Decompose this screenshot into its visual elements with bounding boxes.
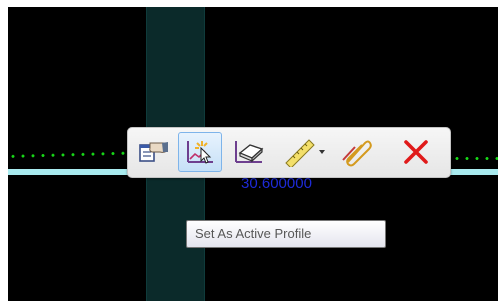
screenshot-stage: 30.600000 Set As Active Profile	[0, 0, 501, 301]
eraser-button[interactable]	[227, 132, 271, 172]
set-active-profile-icon	[187, 141, 213, 164]
attach-button[interactable]	[334, 132, 378, 172]
eraser-icon	[235, 141, 264, 163]
chevron-down-icon[interactable]	[317, 147, 327, 157]
paperclip-icon	[342, 140, 372, 167]
delete-button[interactable]	[394, 132, 438, 172]
ruler-measure-icon	[285, 139, 315, 167]
dotted-line-left	[8, 151, 128, 158]
properties-button[interactable]	[131, 132, 175, 172]
context-toolbar	[127, 127, 451, 178]
measure-button[interactable]	[278, 132, 332, 172]
delete-x-icon	[404, 140, 428, 164]
set-active-profile-button[interactable]	[178, 132, 222, 172]
properties-hand-icon	[139, 142, 168, 162]
tooltip: Set As Active Profile	[186, 220, 386, 248]
dotted-line-right	[452, 157, 498, 160]
